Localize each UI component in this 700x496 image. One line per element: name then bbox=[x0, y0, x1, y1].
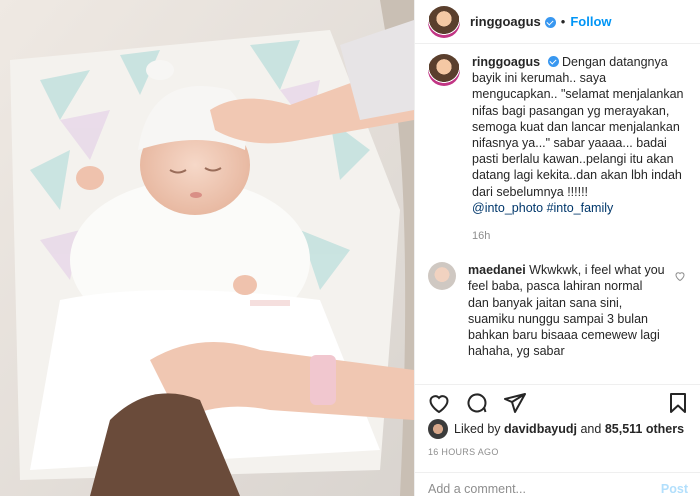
comments-list[interactable]: ringgoagus Dengan datangnya bayik ini ke… bbox=[415, 54, 700, 378]
post-sidebar: ringgoagus • Follow ringgoagus Dengan da… bbox=[414, 0, 700, 496]
avatar[interactable] bbox=[428, 5, 460, 38]
likes-summary: Liked by davidbayudj and 85,511 others bbox=[428, 419, 690, 439]
bookmark-icon[interactable] bbox=[666, 391, 690, 415]
comment-avatar[interactable] bbox=[428, 262, 456, 291]
add-comment-bar: Add a comment... Post bbox=[415, 472, 700, 496]
liker-avatar[interactable] bbox=[428, 419, 448, 439]
likes-prefix: Liked by bbox=[454, 422, 501, 436]
caption-body: ringgoagus Dengan datangnya bayik ini ke… bbox=[472, 54, 686, 244]
caption-username[interactable]: ringgoagus bbox=[472, 55, 540, 69]
header-username[interactable]: ringgoagus bbox=[470, 14, 541, 29]
caption-row: ringgoagus Dengan datangnya bayik ini ke… bbox=[428, 54, 686, 244]
verified-badge-icon bbox=[547, 56, 559, 67]
action-bar bbox=[415, 384, 700, 420]
post-photo[interactable] bbox=[0, 0, 414, 496]
add-comment-input[interactable]: Add a comment... bbox=[428, 482, 661, 496]
caption-avatar[interactable] bbox=[428, 54, 460, 86]
comment-username[interactable]: maedanei bbox=[468, 263, 526, 277]
caption-time[interactable]: 16h bbox=[472, 228, 686, 244]
post-comment-button[interactable]: Post bbox=[661, 482, 688, 496]
mention-link[interactable]: @into_photo bbox=[472, 201, 543, 215]
likes-count[interactable]: 85,511 others bbox=[605, 422, 684, 436]
caption-text: Dengan datangnya bayik ini kerumah.. say… bbox=[472, 55, 684, 199]
post-header: ringgoagus • Follow bbox=[415, 0, 700, 44]
posted-time[interactable]: 16 HOURS AGO bbox=[428, 447, 499, 457]
comment-row: maedanei Wkwkwk, i feel what you feel ba… bbox=[428, 262, 686, 359]
newborn-photo-illustration bbox=[0, 0, 414, 496]
comment-text: Wkwkwk, i feel what you feel baba, pasca… bbox=[468, 263, 665, 359]
separator-dot: • bbox=[560, 14, 566, 29]
hashtag-link[interactable]: #into_family bbox=[547, 201, 614, 215]
heart-icon[interactable] bbox=[427, 391, 451, 415]
comment-icon[interactable] bbox=[465, 391, 489, 415]
liker-username[interactable]: davidbayudj bbox=[504, 422, 577, 436]
comment-body: maedanei Wkwkwk, i feel what you feel ba… bbox=[468, 262, 666, 359]
likes-middle: and bbox=[580, 422, 602, 436]
follow-button[interactable]: Follow bbox=[570, 14, 611, 29]
comment-heart-icon[interactable] bbox=[674, 270, 686, 282]
share-icon[interactable] bbox=[503, 391, 527, 415]
verified-badge-icon bbox=[544, 17, 556, 28]
